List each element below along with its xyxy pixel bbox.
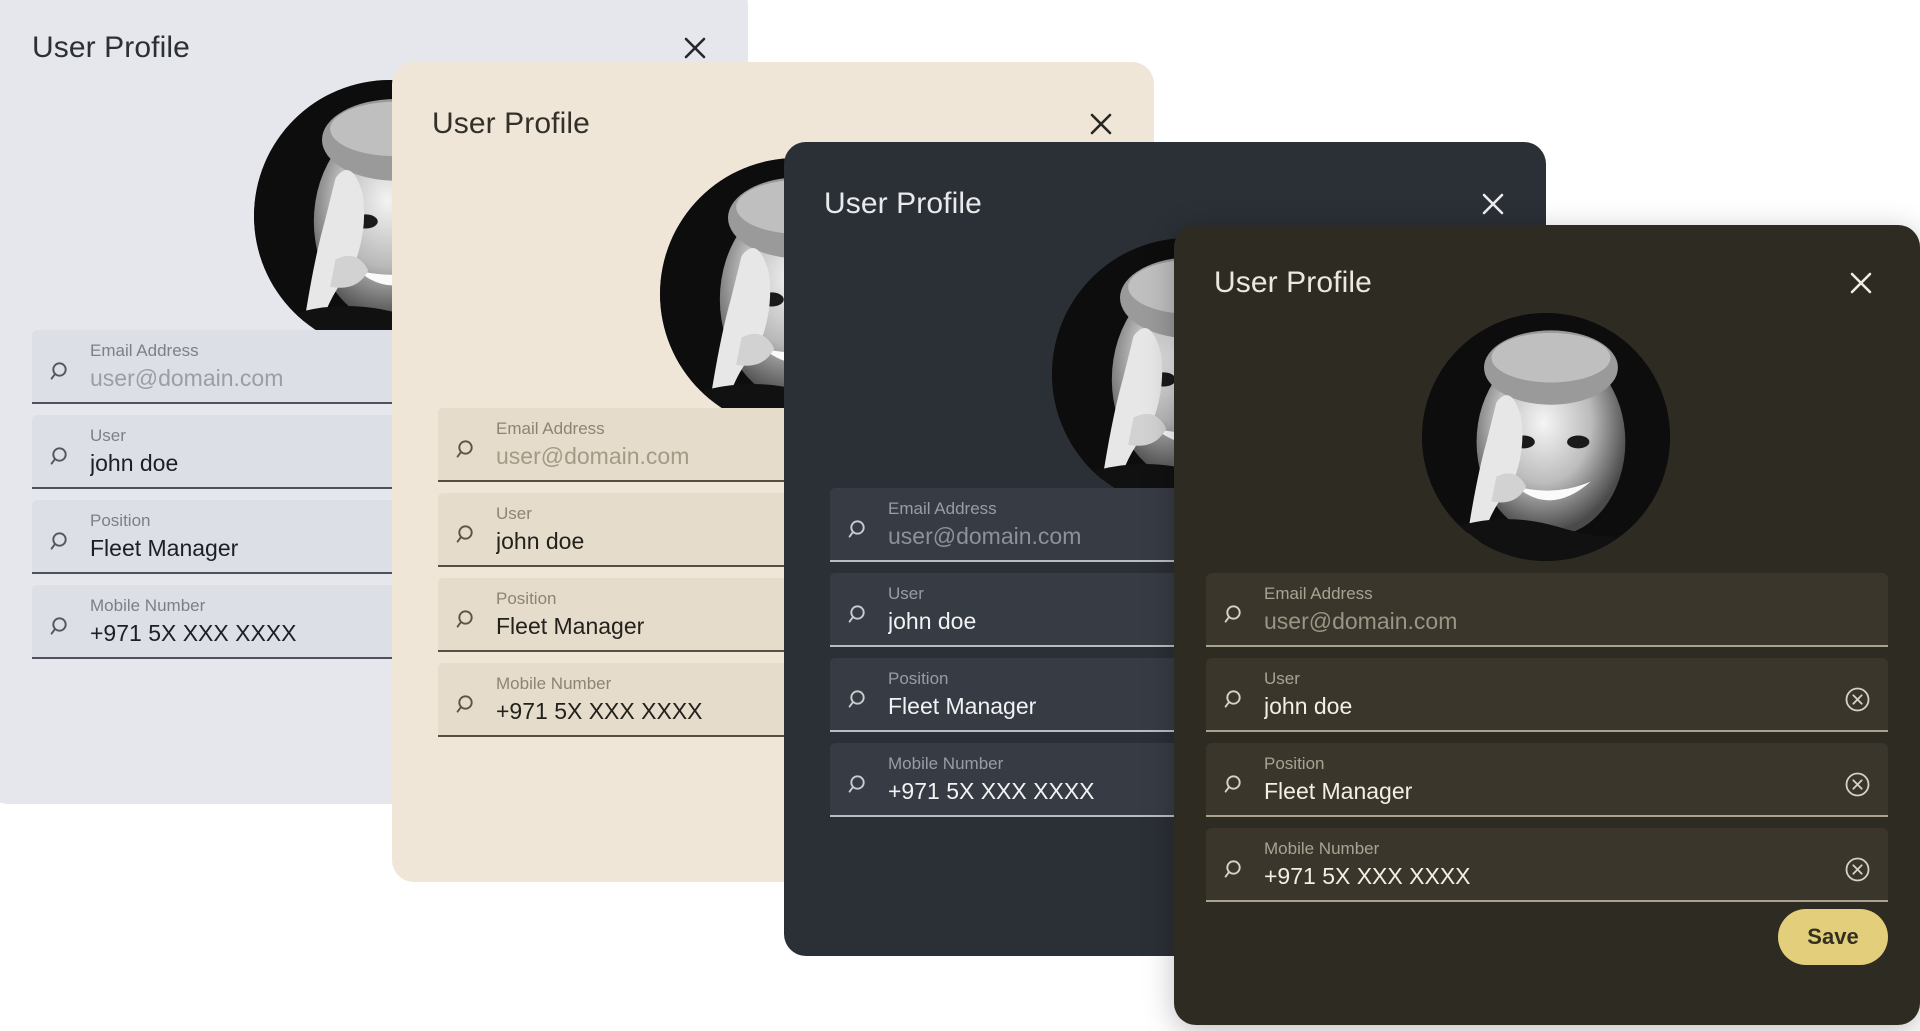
avatar: [1422, 313, 1670, 561]
clear-circle-icon[interactable]: [1826, 676, 1888, 713]
search-icon: [438, 426, 496, 462]
user-profile-card-dark-olive[interactable]: User Profile Email Address user@domain.c…: [1174, 225, 1920, 1025]
search-icon: [830, 676, 888, 712]
profile-fields: Email Address user@domain.com User john …: [1206, 573, 1888, 902]
search-icon: [830, 761, 888, 797]
field-position[interactable]: Position Fleet Manager: [1206, 743, 1888, 817]
field-user[interactable]: User john doe: [1206, 658, 1888, 732]
page-title: User Profile: [824, 187, 982, 220]
field-underline: [1206, 815, 1888, 817]
search-icon: [32, 603, 90, 639]
search-icon: [1206, 591, 1264, 627]
screenshot-canvas: User Profile Email Address user@domain.c…: [0, 0, 1920, 1031]
search-icon: [1206, 761, 1264, 797]
search-icon: [438, 511, 496, 547]
field-label: Mobile Number: [1264, 839, 1380, 858]
search-icon: [32, 518, 90, 554]
search-icon: [830, 506, 888, 542]
search-icon: [1206, 676, 1264, 712]
clear-circle-icon[interactable]: [1826, 846, 1888, 883]
field-label: Position: [1264, 754, 1325, 773]
search-icon: [438, 596, 496, 632]
search-icon: [830, 591, 888, 627]
field-underline: [1206, 645, 1888, 647]
field-value: +971 5X XXX XXXX: [1264, 863, 1471, 889]
page-title: User Profile: [432, 107, 590, 140]
save-button[interactable]: Save: [1778, 909, 1888, 965]
page-title: User Profile: [32, 31, 190, 64]
field-underline: [1206, 730, 1888, 732]
search-icon: [1206, 846, 1264, 882]
field-value: user@domain.com: [1264, 608, 1458, 634]
close-icon[interactable]: [1082, 105, 1120, 143]
search-icon: [32, 433, 90, 469]
page-title: User Profile: [1214, 266, 1372, 299]
field-underline: [1206, 900, 1888, 902]
field-mobile-number[interactable]: Mobile Number +971 5X XXX XXXX: [1206, 828, 1888, 902]
field-value: Fleet Manager: [1264, 778, 1413, 804]
field-label: Email Address: [1264, 584, 1373, 603]
clear-circle-icon[interactable]: [1826, 761, 1888, 798]
field-label: User: [1264, 669, 1300, 688]
field-value: john doe: [1264, 693, 1353, 719]
close-icon[interactable]: [1842, 264, 1880, 302]
field-email-address[interactable]: Email Address user@domain.com: [1206, 573, 1888, 647]
close-icon[interactable]: [1474, 185, 1512, 223]
search-icon: [438, 681, 496, 717]
search-icon: [32, 348, 90, 384]
